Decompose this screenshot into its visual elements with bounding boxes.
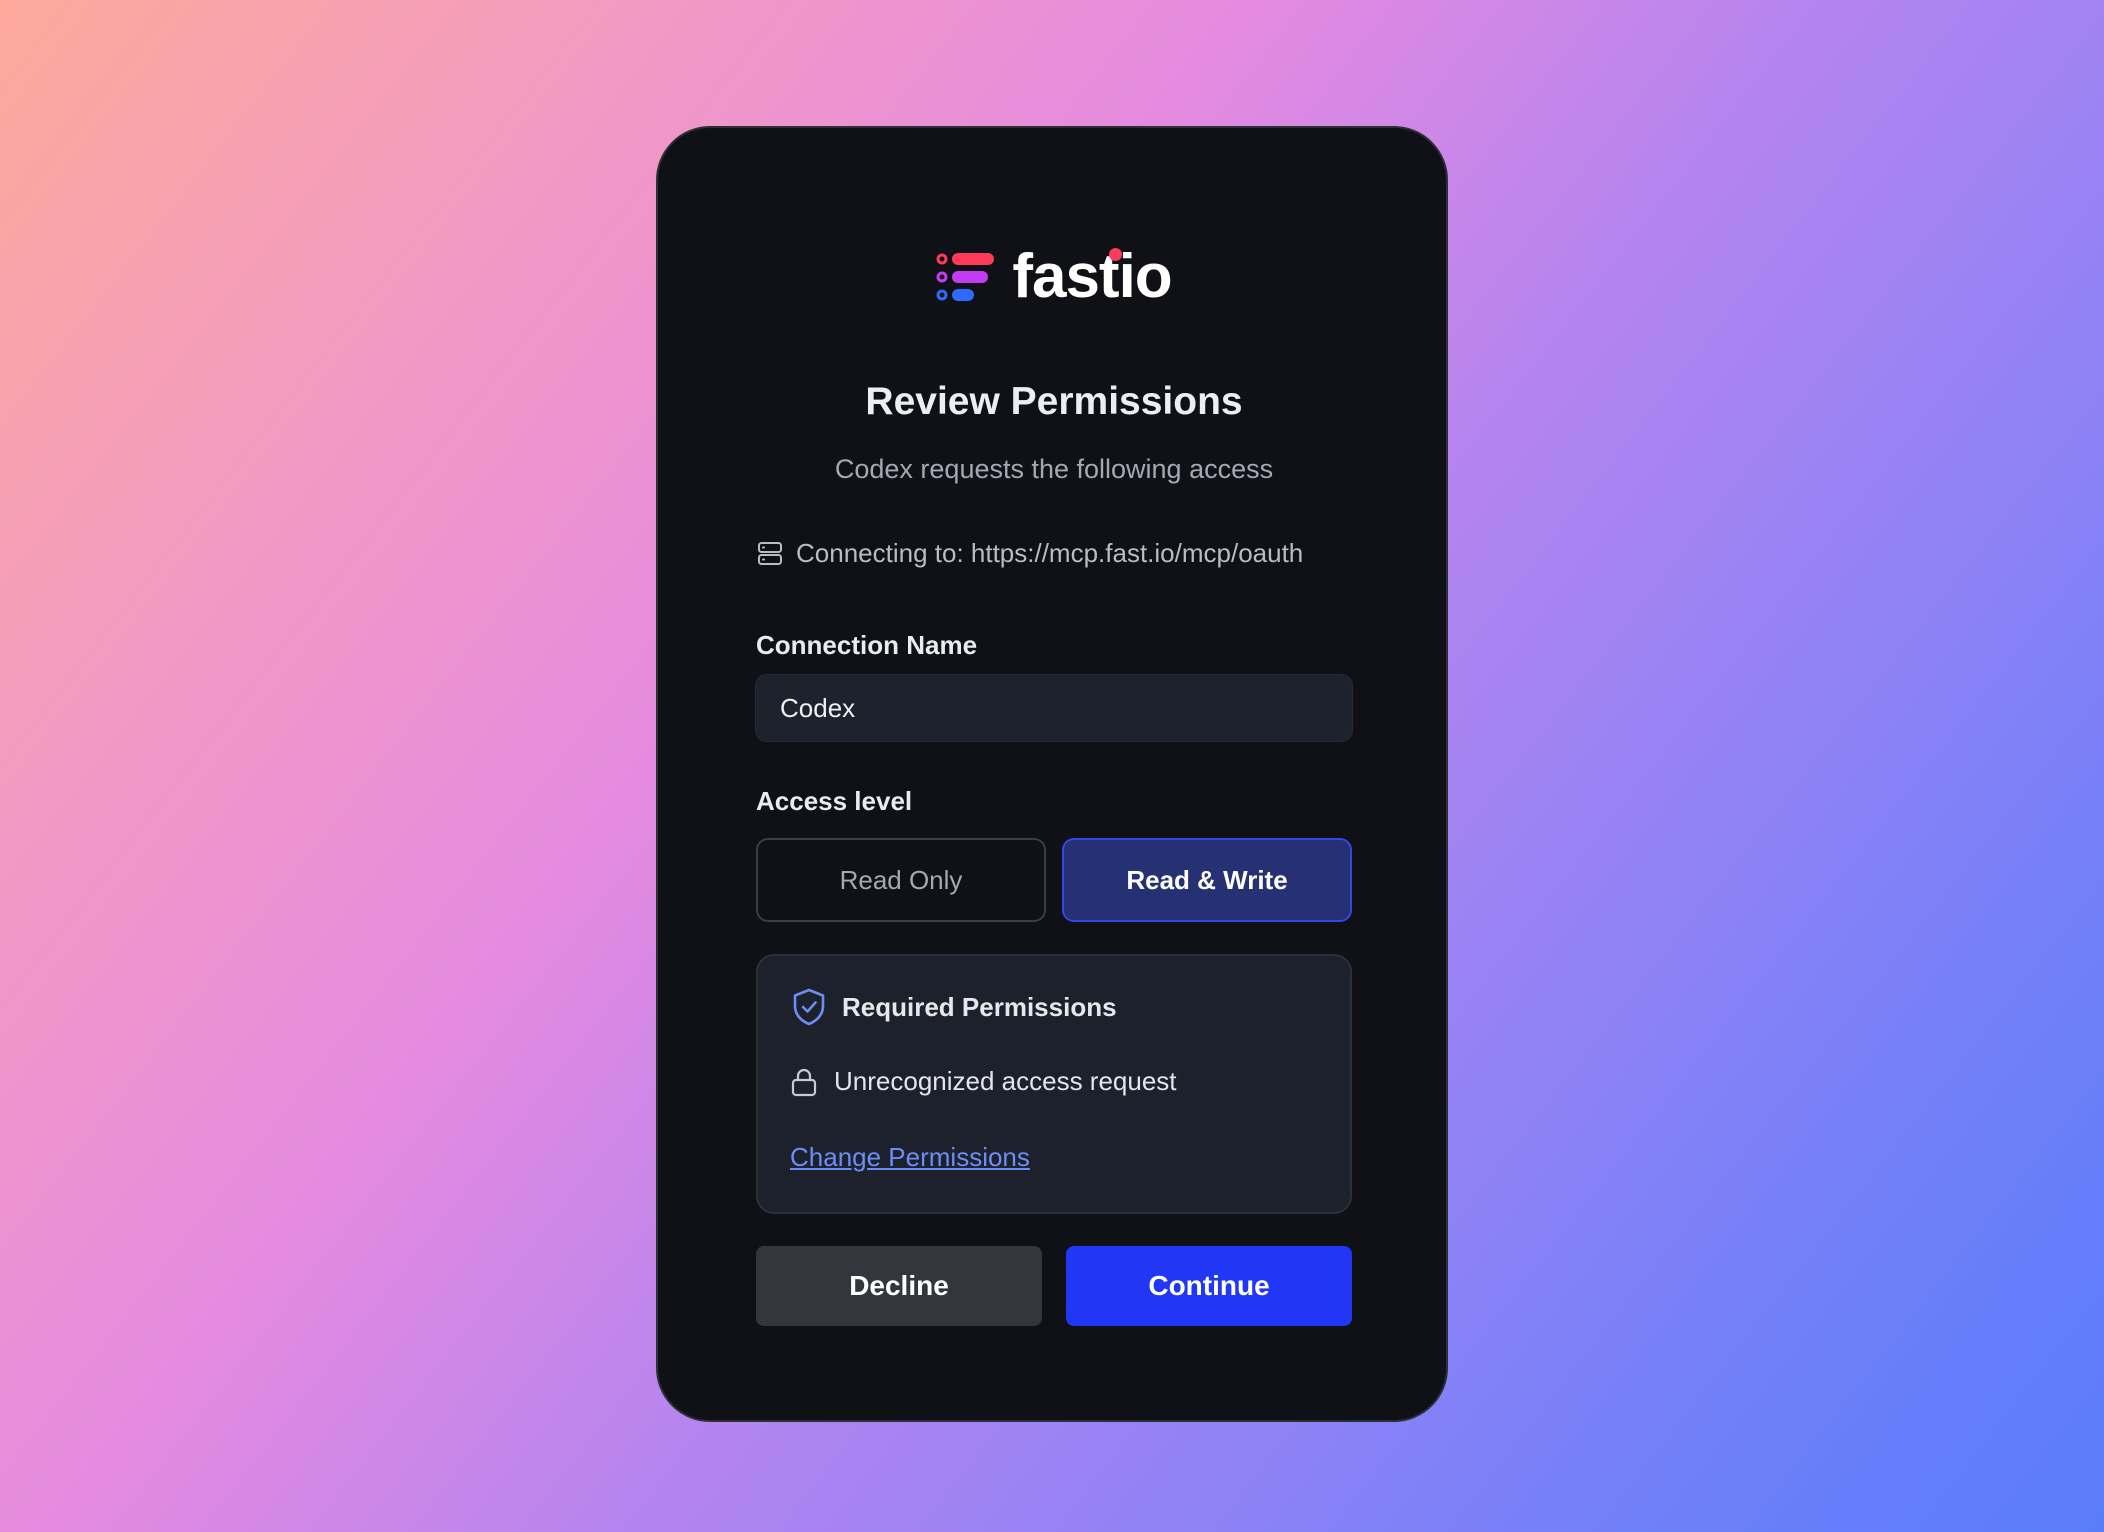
connecting-url: Connecting to: https://mcp.fast.io/mcp/o… [796, 538, 1304, 568]
page-title: Review Permissions [865, 380, 1243, 423]
logo-dot [1108, 248, 1122, 261]
permission-item: Unrecognized access request [790, 1066, 1177, 1097]
access-level-label: Access level [756, 786, 913, 816]
shield-check-icon [793, 988, 825, 1026]
required-permissions-panel: Required Permissions Unrecognized access… [756, 954, 1352, 1214]
read-write-option[interactable]: Read & Write [1062, 838, 1352, 922]
server-icon [758, 541, 782, 565]
fastio-logo: fastio [658, 246, 1450, 308]
permission-item-label: Unrecognized access request [834, 1066, 1177, 1096]
connection-name-input[interactable] [755, 674, 1353, 742]
logo-wordmark: fastio [1012, 242, 1172, 311]
permissions-dialog: fastio Review Permissions Codex requests… [656, 126, 1448, 1422]
permissions-heading-label: Required Permissions [842, 991, 1117, 1022]
connecting-info: Connecting to: https://mcp.fast.io/mcp/o… [756, 538, 1376, 569]
continue-button[interactable]: Continue [1066, 1246, 1352, 1326]
lock-icon [791, 1068, 817, 1096]
change-permissions-link[interactable]: Change Permissions [790, 1142, 1030, 1173]
connection-name-label: Connection Name [756, 630, 978, 660]
decline-button[interactable]: Decline [756, 1246, 1042, 1326]
page-subtitle: Codex requests the following access [834, 454, 1274, 484]
permissions-heading: Required Permissions [792, 988, 1117, 1026]
read-only-option[interactable]: Read Only [756, 838, 1046, 922]
fastio-logo-icon [936, 253, 995, 301]
